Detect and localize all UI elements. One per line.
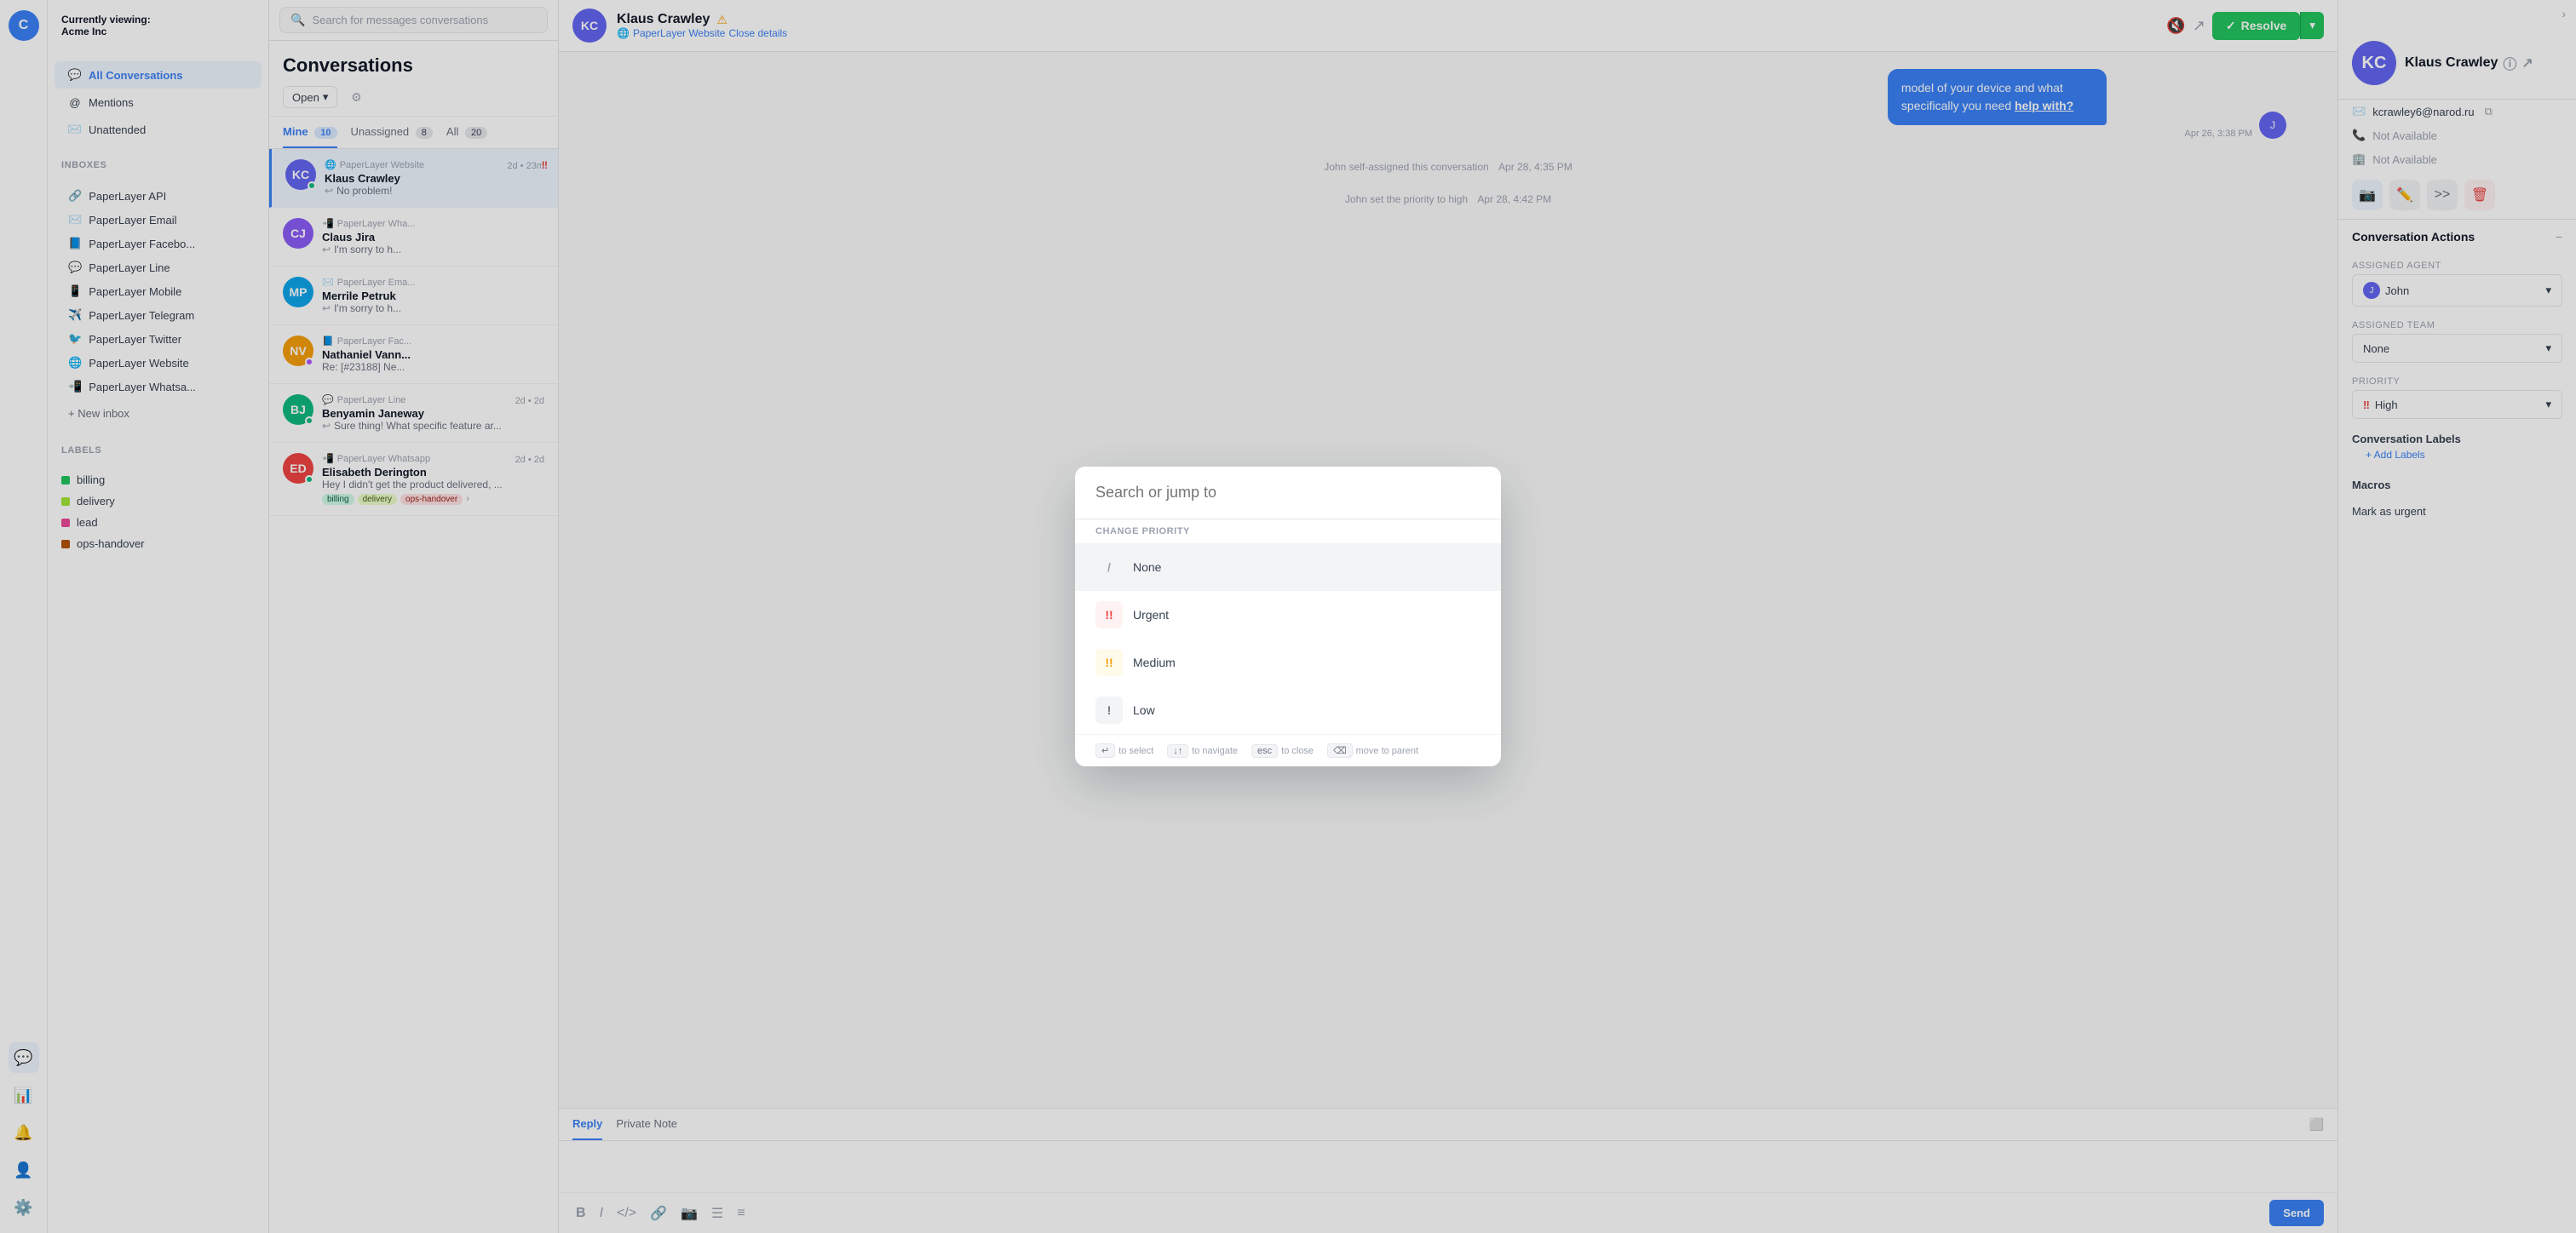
modal-search-area <box>1075 467 1501 519</box>
modal-key-select: ↵ to select <box>1095 743 1153 758</box>
modal-urgent-label: Urgent <box>1133 608 1169 622</box>
modal-item-low[interactable]: ! Low <box>1075 686 1501 734</box>
modal-key-close: esc to close <box>1251 744 1314 758</box>
modal-urgent-icon: !! <box>1095 601 1123 628</box>
modal-section-label: Change Priority <box>1075 519 1501 543</box>
modal-low-label: Low <box>1133 703 1155 717</box>
modal-item-none[interactable]: / None <box>1075 543 1501 591</box>
modal-footer: ↵ to select ↓↑ to navigate esc to close … <box>1075 734 1501 766</box>
modal-key-parent: ⌫ move to parent <box>1327 743 1418 758</box>
modal-search-input[interactable] <box>1095 484 1481 502</box>
modal-medium-label: Medium <box>1133 656 1176 669</box>
modal-low-icon: ! <box>1095 697 1123 724</box>
modal-item-urgent[interactable]: !! Urgent <box>1075 591 1501 639</box>
modal-none-icon: / <box>1095 553 1123 581</box>
modal-overlay[interactable]: Change Priority / None !! Urgent !! Medi… <box>0 0 2576 1233</box>
modal-key-navigate: ↓↑ to navigate <box>1167 744 1238 758</box>
priority-modal: Change Priority / None !! Urgent !! Medi… <box>1075 467 1501 766</box>
modal-none-label: None <box>1133 560 1161 574</box>
modal-item-medium[interactable]: !! Medium <box>1075 639 1501 686</box>
modal-medium-icon: !! <box>1095 649 1123 676</box>
